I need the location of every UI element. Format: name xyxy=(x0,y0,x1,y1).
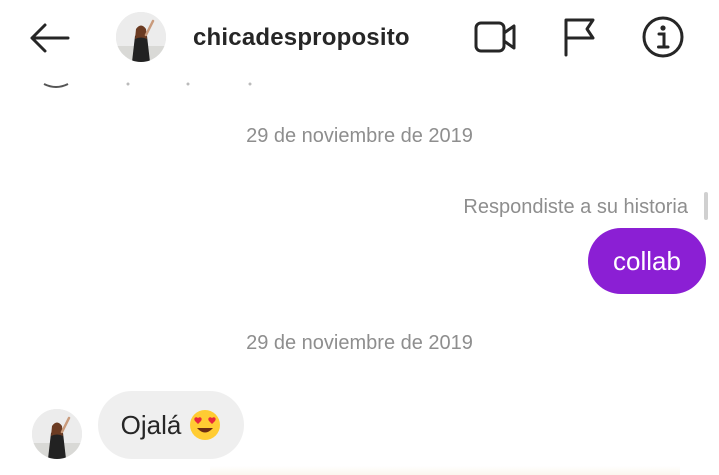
direct-message-screen: chicadesproposito 29 de noviembre de 201… xyxy=(0,0,719,475)
video-call-icon xyxy=(474,21,516,53)
back-button[interactable] xyxy=(26,18,72,58)
story-reply-note: Respondiste a su historia xyxy=(463,196,688,218)
report-flag-button[interactable] xyxy=(556,14,602,60)
sender-avatar[interactable] xyxy=(32,409,82,459)
heart-eyes-emoji-icon xyxy=(189,409,221,441)
flag-icon xyxy=(564,18,595,57)
profile-avatar[interactable] xyxy=(116,12,166,62)
next-message-edge xyxy=(210,466,680,475)
scrollbar[interactable] xyxy=(704,192,708,220)
info-icon xyxy=(642,16,684,58)
outgoing-message-bubble[interactable]: collab xyxy=(588,228,706,294)
chat-username[interactable]: chicadesproposito xyxy=(193,24,410,52)
outgoing-message-text: collab xyxy=(613,245,681,276)
info-button[interactable] xyxy=(640,14,686,60)
scrolled-content-remnant xyxy=(43,82,252,88)
arrow-left-icon xyxy=(30,23,70,53)
incoming-message-text: Ojalá xyxy=(120,409,182,440)
date-separator: 29 de noviembre de 2019 xyxy=(246,332,473,354)
video-call-button[interactable] xyxy=(472,14,518,60)
incoming-message-bubble[interactable]: Ojalá xyxy=(98,391,244,459)
chat-header: chicadesproposito xyxy=(0,0,719,78)
date-separator: 29 de noviembre de 2019 xyxy=(246,125,473,147)
